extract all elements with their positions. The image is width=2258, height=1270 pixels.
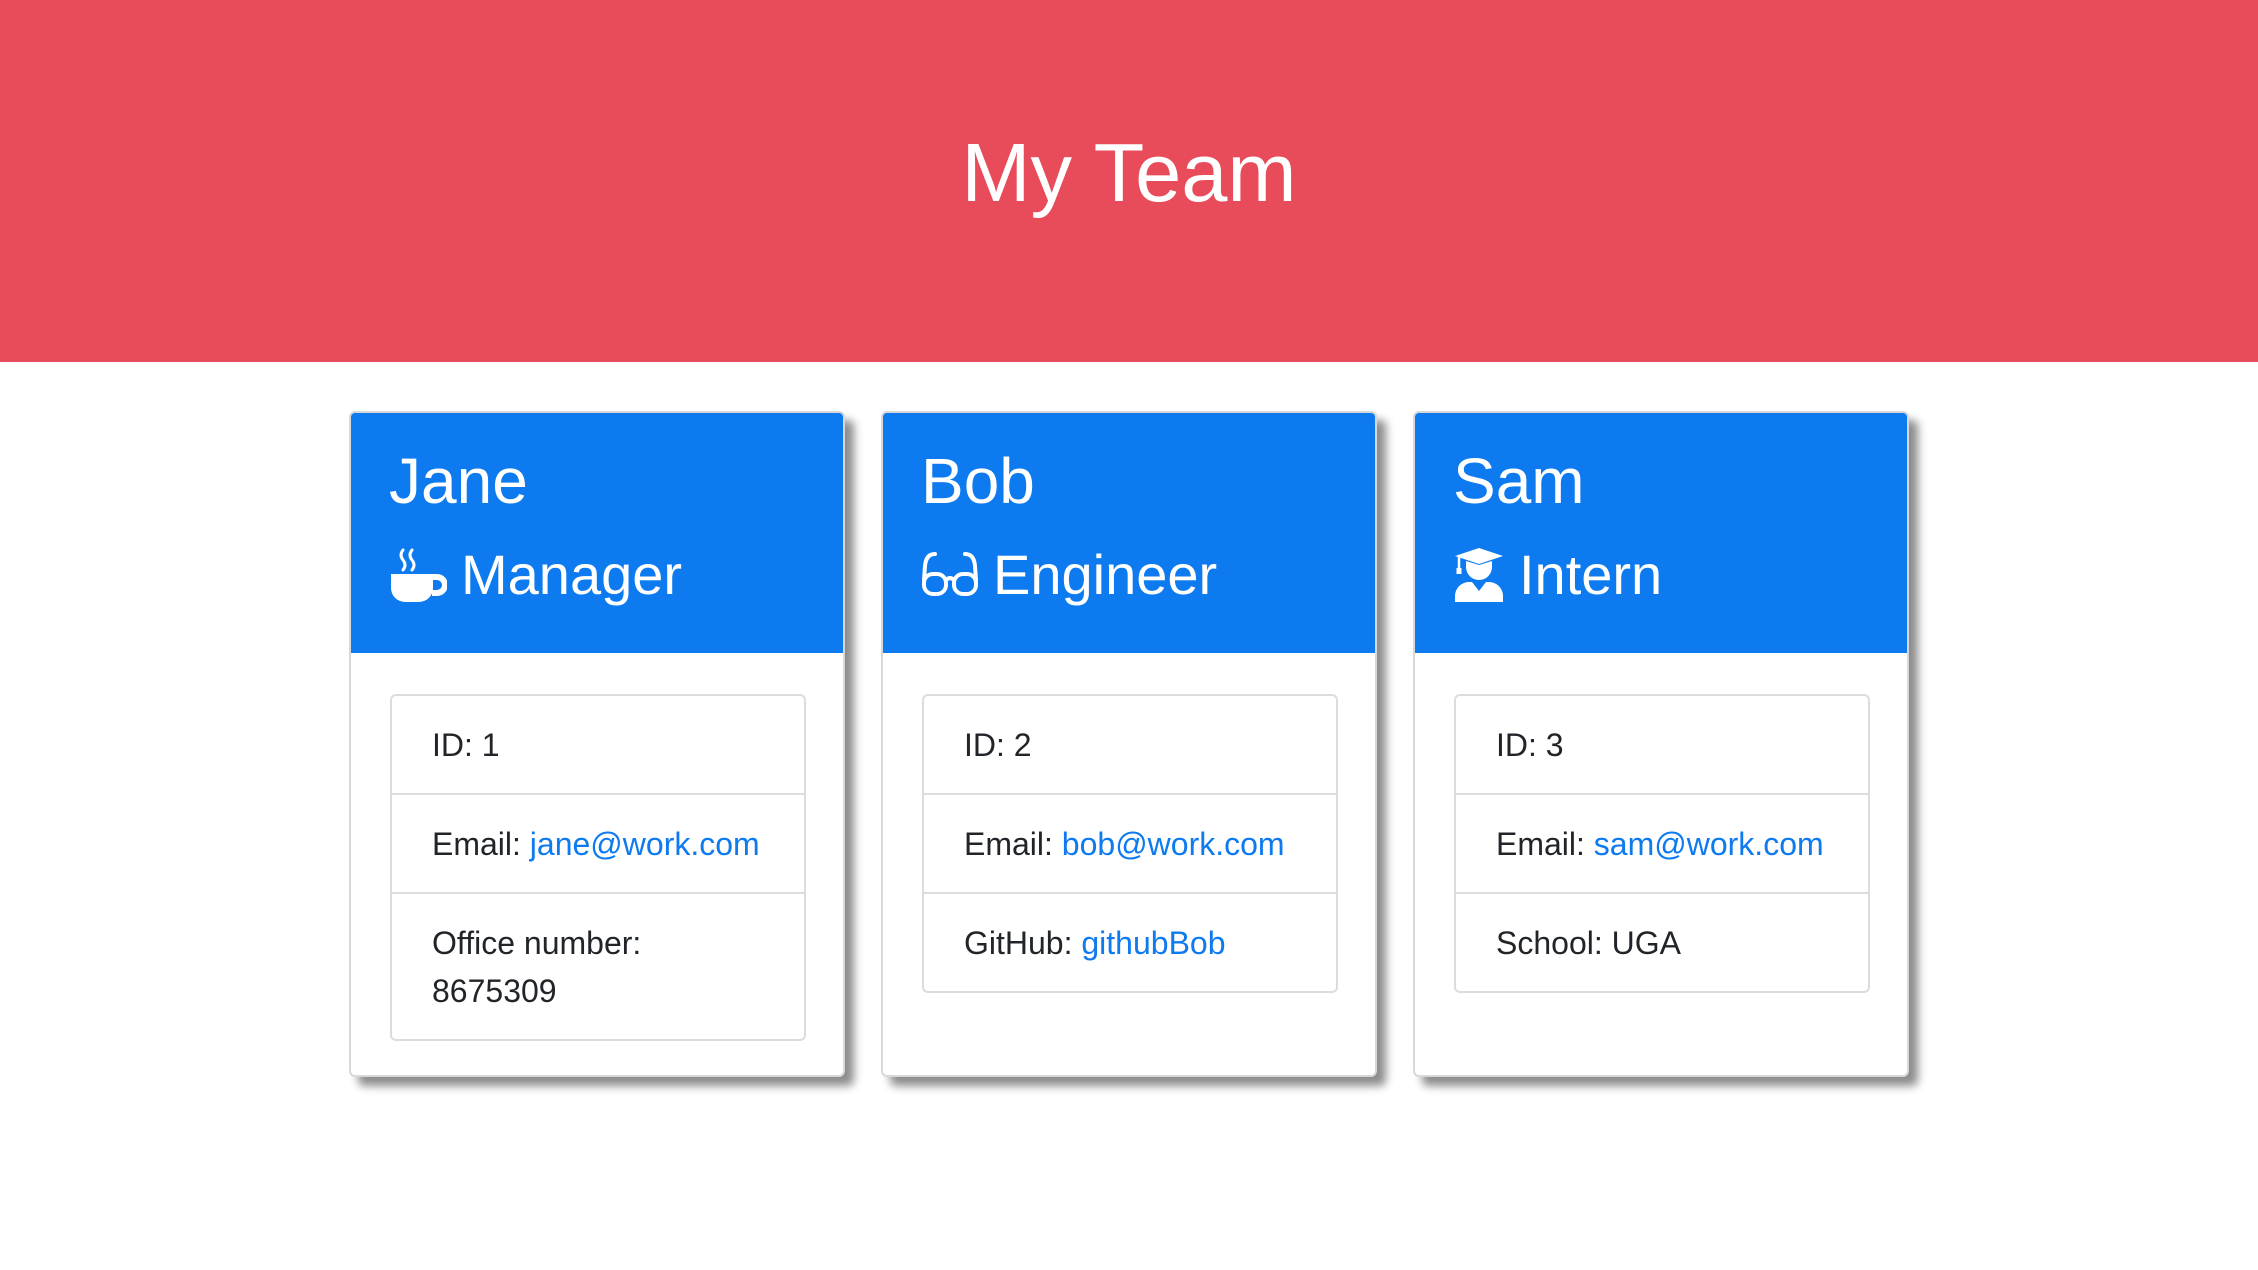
employee-role: Manager: [389, 535, 682, 615]
employee-info-list: ID: 2 Email: bob@work.com GitHub: github…: [922, 694, 1338, 993]
school-label: School:: [1496, 925, 1612, 961]
card-header: Jane Manager: [351, 413, 843, 653]
employee-card-manager: Jane Manager ID: 1 Email: jane@work.com …: [349, 411, 845, 1077]
list-item-id: ID: 3: [1456, 696, 1868, 795]
office-number-value: 8675309: [432, 973, 557, 1009]
email-label: Email:: [1496, 826, 1594, 862]
school-value: UGA: [1611, 925, 1681, 961]
role-label: Engineer: [993, 543, 1218, 606]
employee-info-list: ID: 3 Email: sam@work.com School: UGA: [1454, 694, 1870, 993]
list-item-email: Email: sam@work.com: [1456, 795, 1868, 894]
list-item-school: School: UGA: [1456, 894, 1868, 991]
employee-info-list: ID: 1 Email: jane@work.com Office number…: [390, 694, 806, 1041]
office-number-label: Office number:: [432, 925, 642, 961]
id-text: ID: 2: [964, 727, 1032, 763]
list-item-office-number: Office number: 8675309: [392, 894, 804, 1039]
email-link[interactable]: sam@work.com: [1594, 826, 1824, 862]
id-text: ID: 1: [432, 727, 500, 763]
list-item-github: GitHub: githubBob: [924, 894, 1336, 991]
card-header: Bob Engineer: [883, 413, 1375, 653]
role-label: Manager: [461, 543, 683, 606]
employee-role: Engineer: [921, 535, 1217, 615]
email-label: Email:: [964, 826, 1062, 862]
card-header: Sam Intern: [1415, 413, 1907, 653]
employee-role: Intern: [1453, 535, 1662, 615]
header-banner: My Team: [0, 0, 2258, 362]
github-link[interactable]: githubBob: [1081, 925, 1225, 961]
employee-card-engineer: Bob Engineer ID: 2 Email: bob@work.com G…: [881, 411, 1377, 1077]
page-title: My Team: [961, 126, 1297, 219]
list-item-email: Email: bob@work.com: [924, 795, 1336, 894]
email-link[interactable]: bob@work.com: [1062, 826, 1285, 862]
github-label: GitHub:: [964, 925, 1082, 961]
mug-hot-icon: [389, 546, 447, 604]
list-item-id: ID: 2: [924, 696, 1336, 795]
list-item-id: ID: 1: [392, 696, 804, 795]
id-text: ID: 3: [1496, 727, 1564, 763]
role-label: Intern: [1519, 543, 1663, 606]
employee-name: Sam: [1453, 445, 1585, 517]
email-label: Email:: [432, 826, 530, 862]
employee-name: Jane: [389, 445, 528, 517]
glasses-icon: [921, 546, 979, 604]
employee-name: Bob: [921, 445, 1035, 517]
employee-card-intern: Sam Intern ID: 3 Email: sam@work.com Sch…: [1413, 411, 1909, 1077]
list-item-email: Email: jane@work.com: [392, 795, 804, 894]
user-graduate-icon: [1453, 546, 1505, 604]
email-link[interactable]: jane@work.com: [530, 826, 760, 862]
